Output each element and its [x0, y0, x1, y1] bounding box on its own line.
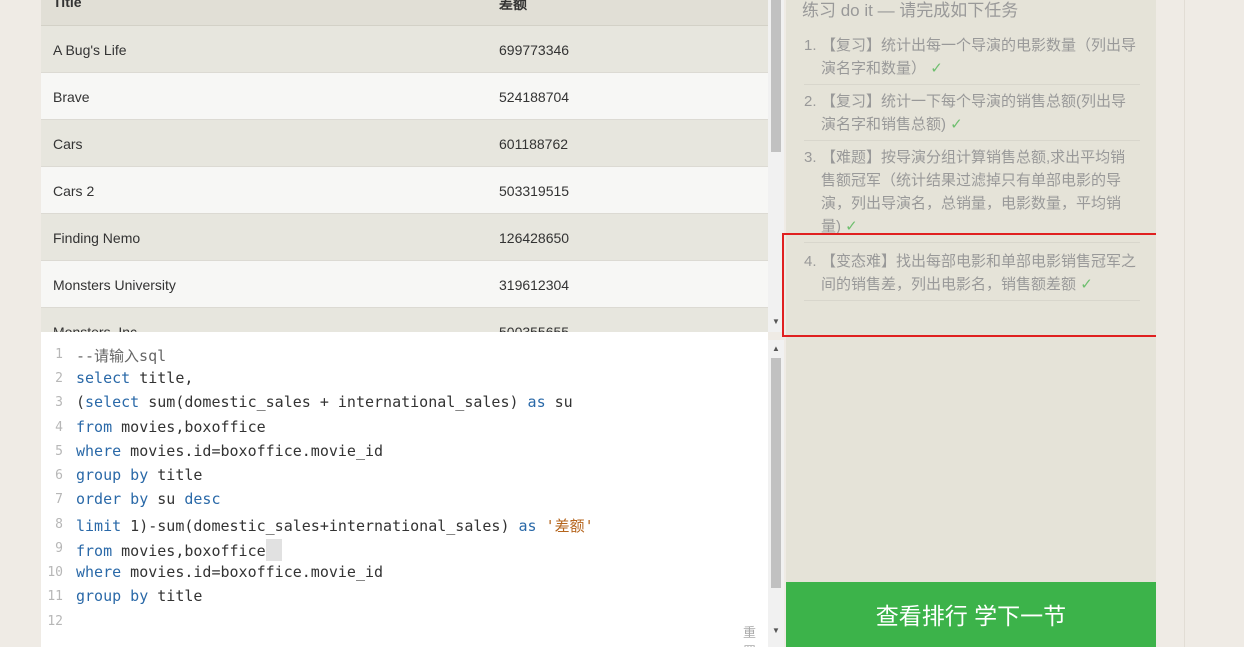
cell-value: 524188704: [499, 89, 570, 105]
page-right-margin: [1184, 0, 1244, 647]
cell-value: 319612304: [499, 277, 570, 293]
code-line: 7 order by su desc: [41, 489, 768, 513]
text-cursor: [265, 539, 282, 561]
cell-value: 126428650: [499, 230, 570, 246]
cell-title: Cars: [53, 136, 83, 152]
cell-value: 503319515: [499, 183, 570, 199]
line-number: 4: [55, 420, 63, 435]
line-number: 8: [55, 517, 63, 532]
task-description: 【复习】统计出每一个导演的电影数量（列出导演名字和数量）: [821, 37, 1137, 77]
line-number: 2: [55, 371, 63, 386]
task-text: 【难题】按导演分组计算销售总额,求出平均销售额冠军（统计结果过滤掉只有单部电影的…: [804, 146, 1140, 238]
cell-title: Cars 2: [53, 183, 95, 199]
code-line: 2 select title,: [41, 368, 768, 392]
task-description: 【复习】统计一下每个导演的销售总额(列出导演名字和销售总额): [821, 93, 1126, 133]
editor-scrollbar[interactable]: ▲ ▼: [768, 340, 784, 647]
code-text: where movies.id=boxoffice.movie_id: [76, 442, 384, 460]
task-number: 1.: [804, 37, 817, 54]
column-header-difference: 差额: [499, 0, 527, 12]
code-line: 9 from movies,boxoffice: [41, 538, 768, 562]
code-text: --请输入sql: [76, 347, 167, 365]
code-text: from movies,boxoffice: [76, 539, 282, 561]
task-description: 【难题】按导演分组计算销售总额,求出平均销售额冠军（统计结果过滤掉只有单部电影的…: [821, 149, 1126, 235]
code-line: 3 (select sum(domestic_sales + internatio…: [41, 392, 768, 416]
editor-scroll-thumb[interactable]: [771, 358, 781, 588]
table-row: Monsters University 319612304: [41, 261, 768, 308]
cell-title: Finding Nemo: [53, 230, 141, 246]
code-line: 1 --请输入sql: [41, 344, 768, 368]
check-icon: ✓: [950, 116, 963, 133]
cell-title: Brave: [53, 89, 90, 105]
line-number: 10: [47, 565, 63, 580]
right-margin: [1156, 0, 1184, 647]
task-number: 2.: [804, 93, 817, 110]
task-text: 【复习】统计一下每个导演的销售总额(列出导演名字和销售总额) ✓: [804, 90, 1140, 136]
scroll-up-arrow-icon[interactable]: ▲: [772, 344, 780, 353]
task-item[interactable]: 1. 【复习】统计出每一个导演的电影数量（列出导演名字和数量） ✓: [804, 34, 1140, 85]
view-ranking-next-lesson-button[interactable]: 查看排行 学下一节: [786, 582, 1156, 647]
code-text: limit 1)-sum(domestic_sales+internationa…: [76, 517, 594, 535]
table-row: Finding Nemo 126428650: [41, 214, 768, 261]
line-number: 9: [55, 541, 63, 556]
code-text: from movies,boxoffice: [76, 418, 266, 436]
scroll-down-arrow-icon[interactable]: ▼: [772, 318, 780, 326]
code-text: where movies.id=boxoffice.movie_id: [76, 563, 384, 581]
line-number: 7: [55, 492, 63, 507]
sql-editor[interactable]: 1 --请输入sql 2 select title, 3 (select sum(do…: [41, 332, 768, 647]
cell-title: Monsters University: [53, 277, 176, 293]
line-number: 5: [55, 444, 63, 459]
scroll-down-arrow-icon[interactable]: ▼: [772, 626, 780, 635]
table-row: Cars 601188762: [41, 120, 768, 167]
cell-value: 699773346: [499, 42, 570, 58]
panel-title: 练习 do it — 请完成如下任务: [802, 1, 1019, 20]
cell-title: Monsters, Inc.: [53, 324, 141, 332]
code-line: 6 group by title: [41, 465, 768, 489]
cell-value: 601188762: [499, 136, 569, 152]
task-item[interactable]: 2. 【复习】统计一下每个导演的销售总额(列出导演名字和销售总额) ✓: [804, 90, 1140, 141]
code-line: 10 where movies.id=boxoffice.movie_id: [41, 562, 768, 586]
code-line: 8 limit 1)-sum(domestic_sales+internation…: [41, 514, 768, 538]
check-icon: ✓: [930, 60, 943, 77]
line-number: 12: [47, 614, 63, 629]
code-line: 5 where movies.id=boxoffice.movie_id: [41, 441, 768, 465]
table-row: Cars 2 503319515: [41, 167, 768, 214]
cell-title: A Bug's Life: [53, 42, 127, 58]
line-number: 3: [55, 395, 63, 410]
task-text: 【复习】统计出每一个导演的电影数量（列出导演名字和数量） ✓: [804, 34, 1140, 80]
line-number: 6: [55, 468, 63, 483]
table-row: Monsters, Inc. 500355655: [41, 308, 768, 332]
code-line: 11 group by title: [41, 586, 768, 610]
query-results-table: Title 差额 A Bug's Life 699773346 Brave 52…: [41, 0, 768, 332]
line-number: 1: [55, 347, 63, 362]
reset-button[interactable]: 重置: [743, 622, 768, 647]
column-header-title: Title: [53, 0, 82, 10]
results-scroll-thumb[interactable]: [771, 0, 781, 152]
code-text: group by title: [76, 587, 203, 605]
code-text: (select sum(domestic_sales + internation…: [76, 393, 573, 411]
left-margin: [0, 0, 40, 647]
code-text: order by su desc: [76, 490, 221, 508]
code-text: group by title: [76, 466, 203, 484]
code-text: select title,: [76, 369, 194, 387]
annotation-highlight-box: [782, 233, 1160, 337]
task-number: 3.: [804, 149, 817, 166]
results-header: Title 差额: [41, 0, 768, 26]
task-item[interactable]: 3. 【难题】按导演分组计算销售总额,求出平均销售额冠军（统计结果过滤掉只有单部…: [804, 146, 1140, 243]
code-line: 12: [41, 611, 768, 635]
code-line: 4 from movies,boxoffice: [41, 417, 768, 441]
cell-value: 500355655: [499, 324, 570, 332]
table-row: Brave 524188704: [41, 73, 768, 120]
line-number: 11: [47, 589, 63, 604]
table-row: A Bug's Life 699773346: [41, 26, 768, 73]
